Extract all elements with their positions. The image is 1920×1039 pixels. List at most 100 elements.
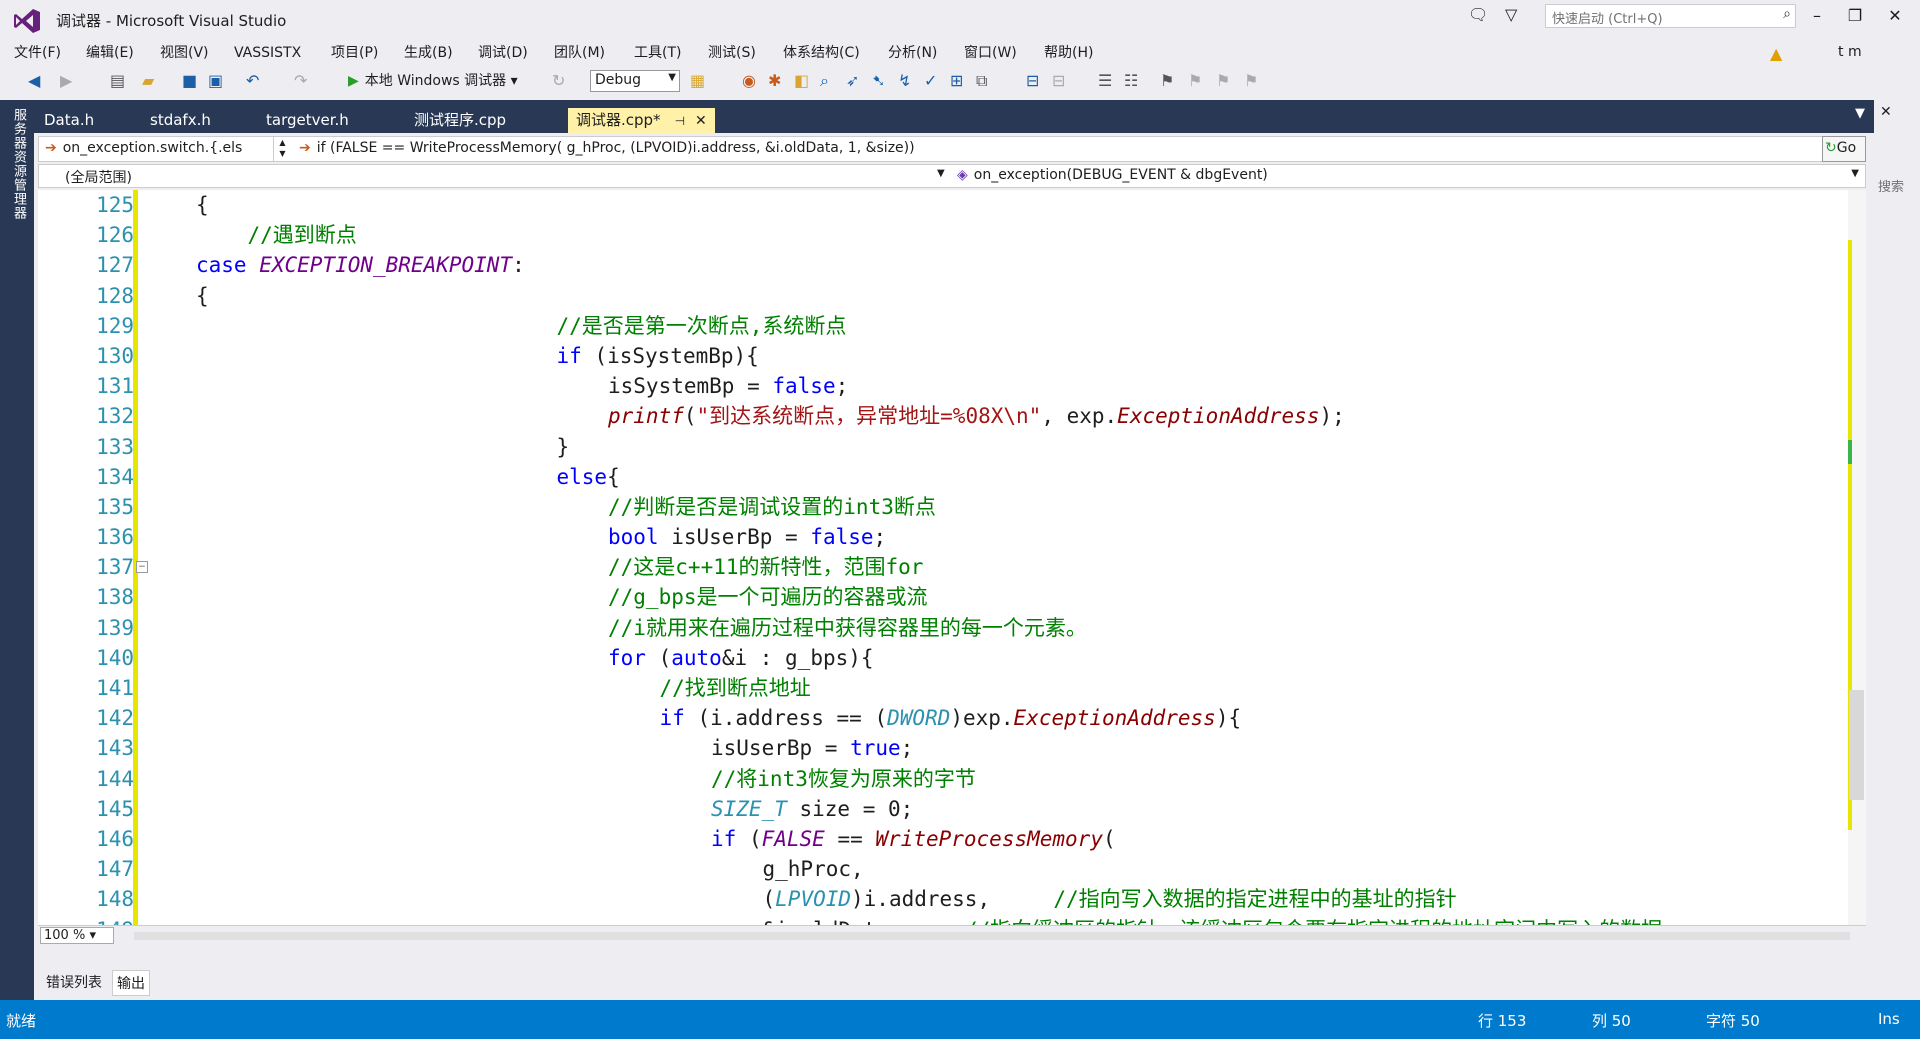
redo-icon[interactable]: ↷ xyxy=(294,70,307,92)
goto-reference-icon[interactable]: ➷ xyxy=(872,70,885,92)
next-bookmark-icon[interactable]: ⚑ xyxy=(1216,70,1230,92)
close-button[interactable]: ✕ xyxy=(1878,6,1912,25)
go-button[interactable]: ↻Go xyxy=(1822,136,1866,162)
menu-file[interactable]: 文件(F) xyxy=(14,42,61,64)
tool-b-icon[interactable]: ✱ xyxy=(768,70,781,92)
comment-icon[interactable]: ⊟ xyxy=(1026,70,1039,92)
code-editor[interactable]: 125 {126 //遇到断点 127 case EXCEPTION_BREAKPOIN… xyxy=(38,190,1848,925)
horizontal-scrollbar[interactable] xyxy=(134,932,1850,940)
spell-check-icon[interactable]: ✓ xyxy=(924,70,937,92)
navigate-back-icon[interactable]: ◀ xyxy=(28,70,40,92)
menu-test[interactable]: 测试(S) xyxy=(708,42,756,64)
outdent-icon[interactable]: ☷ xyxy=(1124,70,1138,92)
solution-configuration-select[interactable]: Debug ▼ xyxy=(590,70,680,92)
menu-help[interactable]: 帮助(H) xyxy=(1044,42,1093,64)
menu-window[interactable]: 窗口(W) xyxy=(964,42,1017,64)
menu-view[interactable]: 视图(V) xyxy=(160,42,209,64)
tool-c-icon[interactable]: ◧ xyxy=(794,70,809,92)
navigate-forward-icon[interactable]: ▶ xyxy=(60,70,72,92)
play-icon: ▶ xyxy=(348,73,359,89)
chevron-down-icon[interactable]: ▼ xyxy=(937,168,945,179)
line-number: 132 xyxy=(96,404,134,429)
tab-error-list[interactable]: 错误列表 xyxy=(42,970,106,994)
open-file-icon[interactable]: ▰ xyxy=(142,70,154,92)
menu-build[interactable]: 生成(B) xyxy=(404,42,453,64)
save-all-icon[interactable]: ▣ xyxy=(208,70,223,92)
tab-stdafx-h[interactable]: stdafx.h xyxy=(142,108,219,133)
menu-vassistx[interactable]: VASSISTX xyxy=(234,42,301,64)
zoom-bar: 100 % ▾ xyxy=(38,925,1866,945)
tab-output[interactable]: 输出 xyxy=(112,970,150,996)
feedback-filter-icon[interactable]: ▽ xyxy=(1505,5,1517,24)
undo-icon[interactable]: ↶ xyxy=(246,70,259,92)
member-dropdown[interactable]: ➔ on_exception.switch.{.els xyxy=(41,138,271,160)
restart-icon[interactable]: ↻ xyxy=(552,70,565,92)
code-text: isUserBp = true; xyxy=(711,733,913,763)
line-number: 129 xyxy=(96,313,134,338)
code-text: if (i.address == (DWORD)exp.ExceptionAdd… xyxy=(660,703,1242,733)
restore-button[interactable]: ❐ xyxy=(1838,6,1872,25)
right-search-label[interactable]: 搜索 xyxy=(1878,176,1904,195)
member-stepper[interactable]: ▲ ▼ xyxy=(273,137,291,161)
menu-debug[interactable]: 调试(D) xyxy=(478,42,528,64)
tab-label: targetver.h xyxy=(266,111,349,129)
outline-icon[interactable]: ⊞ xyxy=(950,70,963,92)
vertical-scroll-thumb[interactable] xyxy=(1849,690,1864,800)
code-token: //判断是否是调试设置的int3断点 xyxy=(608,494,936,519)
menu-analyze[interactable]: 分析(N) xyxy=(888,42,937,64)
code-line: 144 //将int3恢复为原来的字节 xyxy=(96,764,1848,794)
expression-dropdown[interactable]: ➔ if (FALSE == WriteProcessMemory( g_hPro… xyxy=(295,138,1825,160)
code-line: 134 else{ xyxy=(96,462,1848,492)
code-text: &i.oldData, //指向缓冲区的指针，该缓冲区包含要在指定进程的地址空间… xyxy=(763,915,1663,926)
quick-launch-input[interactable]: 快速启动 (Ctrl+Q) ⌕ xyxy=(1545,4,1796,28)
refactor-icon[interactable]: ↯ xyxy=(898,70,911,92)
tab-targetver-h[interactable]: targetver.h xyxy=(258,108,357,133)
tab-debugger-cpp[interactable]: 调试器.cpp* ⊣ ✕ xyxy=(568,108,715,133)
user-name[interactable]: t m xyxy=(1838,44,1862,60)
server-explorer-tab[interactable]: 服务器资源管理器 xyxy=(6,108,28,220)
bookmark-icon[interactable]: ⚑ xyxy=(1160,70,1174,92)
function-dropdown[interactable]: ◈ on_exception(DEBUG_EVENT & dbgEvent) xyxy=(957,167,1268,183)
notification-icon[interactable]: 🗨 xyxy=(1468,5,1488,24)
menu-tools[interactable]: 工具(T) xyxy=(634,42,681,64)
goto-definition-icon[interactable]: ➶ xyxy=(846,70,859,92)
uncomment-icon[interactable]: ⊟ xyxy=(1052,70,1065,92)
code-token: isUserBp = xyxy=(711,736,851,761)
tab-data-h[interactable]: Data.h xyxy=(36,108,102,133)
minimize-button[interactable]: – xyxy=(1800,6,1834,25)
pin-icon[interactable]: ⊣ xyxy=(675,114,685,128)
close-panel-icon[interactable]: ✕ xyxy=(1880,104,1892,120)
clear-bookmarks-icon[interactable]: ⚑ xyxy=(1244,70,1258,92)
code-token: ; xyxy=(900,736,914,761)
menu-architecture[interactable]: 体系结构(C) xyxy=(783,42,860,64)
line-number: 131 xyxy=(96,374,134,399)
menu-edit[interactable]: 编辑(E) xyxy=(86,42,134,64)
find-symbol-icon[interactable]: ⌕ xyxy=(820,70,829,92)
code-text: //i就用来在遍历过程中获得容器里的每一个元素。 xyxy=(608,613,1087,643)
menu-project[interactable]: 项目(P) xyxy=(331,42,378,64)
scope-dropdown[interactable]: (全局范围) xyxy=(65,167,132,187)
find-in-files-icon[interactable]: ▦ xyxy=(690,70,705,92)
chevron-down-icon: ▼ xyxy=(668,72,676,83)
tab-test-program-cpp[interactable]: 测试程序.cpp xyxy=(406,108,514,133)
indent-icon[interactable]: ☰ xyxy=(1098,70,1112,92)
collapse-block-icon[interactable]: − xyxy=(136,561,148,573)
snippets-icon[interactable]: ⧉ xyxy=(976,70,987,92)
menu-team[interactable]: 团队(M) xyxy=(554,42,605,64)
tab-label: Data.h xyxy=(44,111,95,129)
chevron-down-icon[interactable]: ▼ xyxy=(1851,168,1859,179)
code-token: ; xyxy=(835,374,849,399)
tool-a-icon[interactable]: ◉ xyxy=(742,70,756,92)
expression-value: if (FALSE == WriteProcessMemory( g_hProc… xyxy=(316,140,915,156)
zoom-select[interactable]: 100 % ▾ xyxy=(40,927,114,944)
prev-bookmark-icon[interactable]: ⚑ xyxy=(1188,70,1202,92)
tab-overflow-icon[interactable]: ▼ xyxy=(1855,106,1865,121)
code-line: 125 { xyxy=(96,190,1848,220)
arrow-right-icon: ➔ xyxy=(45,140,57,156)
new-project-icon[interactable]: ▤ xyxy=(110,70,125,92)
zoom-value: 100 % xyxy=(44,928,86,943)
close-tab-icon[interactable]: ✕ xyxy=(695,113,707,129)
start-debugging-button[interactable]: ▶ 本地 Windows 调试器 ▾ xyxy=(348,70,518,92)
warning-icon[interactable]: ▲ xyxy=(1770,44,1782,63)
save-icon[interactable]: ■ xyxy=(182,70,197,92)
